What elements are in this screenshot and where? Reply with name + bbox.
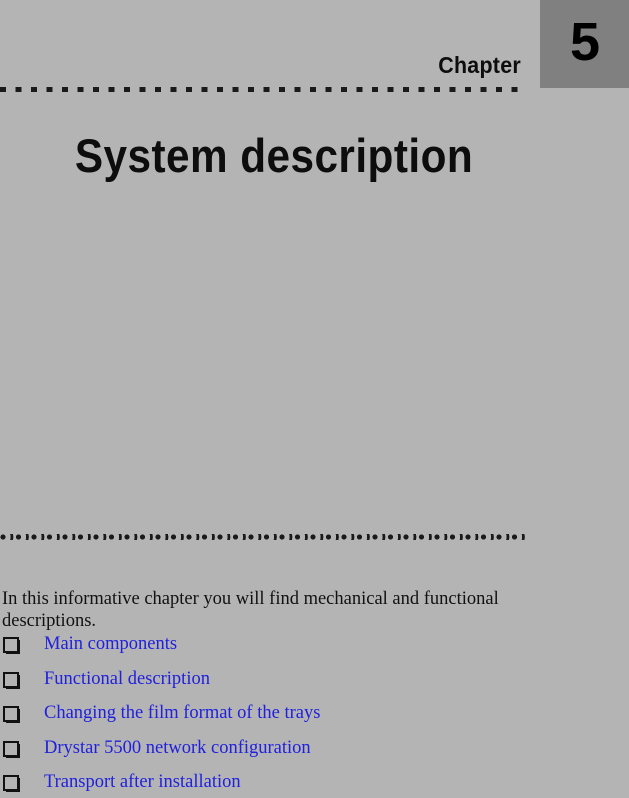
chapter-contents-list: Main components Functional description C… <box>0 632 629 798</box>
toc-link-functional-description[interactable]: Functional description <box>44 667 210 691</box>
square-bullet-icon <box>3 671 23 692</box>
toc-link-main-components[interactable]: Main components <box>44 632 177 656</box>
chapter-page: 5 Chapter System description In this inf… <box>0 0 629 798</box>
list-item[interactable]: Transport after installation <box>0 770 629 798</box>
list-item[interactable]: Drystar 5500 network configuration <box>0 736 629 771</box>
page-title: System description <box>74 129 474 182</box>
list-item[interactable]: Changing the film format of the trays <box>0 701 629 736</box>
toc-link-network-configuration[interactable]: Drystar 5500 network configuration <box>44 736 311 760</box>
list-item[interactable]: Main components <box>0 632 629 667</box>
chapter-label: Chapter <box>438 52 521 78</box>
header-dashed-rule <box>0 87 522 92</box>
square-bullet-icon <box>3 706 23 726</box>
toc-link-transport-after-installation[interactable]: Transport after installation <box>44 770 241 794</box>
chapter-number: 5 <box>569 12 600 72</box>
body-dotted-rule <box>0 534 526 540</box>
list-item[interactable]: Functional description <box>0 667 629 702</box>
square-bullet-icon <box>3 740 23 761</box>
square-bullet-icon <box>3 637 23 657</box>
intro-paragraph: In this informative chapter you will fin… <box>2 588 499 632</box>
toc-link-changing-film-format[interactable]: Changing the film format of the trays <box>44 701 320 725</box>
chapter-number-box: 5 <box>540 0 629 88</box>
square-bullet-icon <box>3 775 23 795</box>
